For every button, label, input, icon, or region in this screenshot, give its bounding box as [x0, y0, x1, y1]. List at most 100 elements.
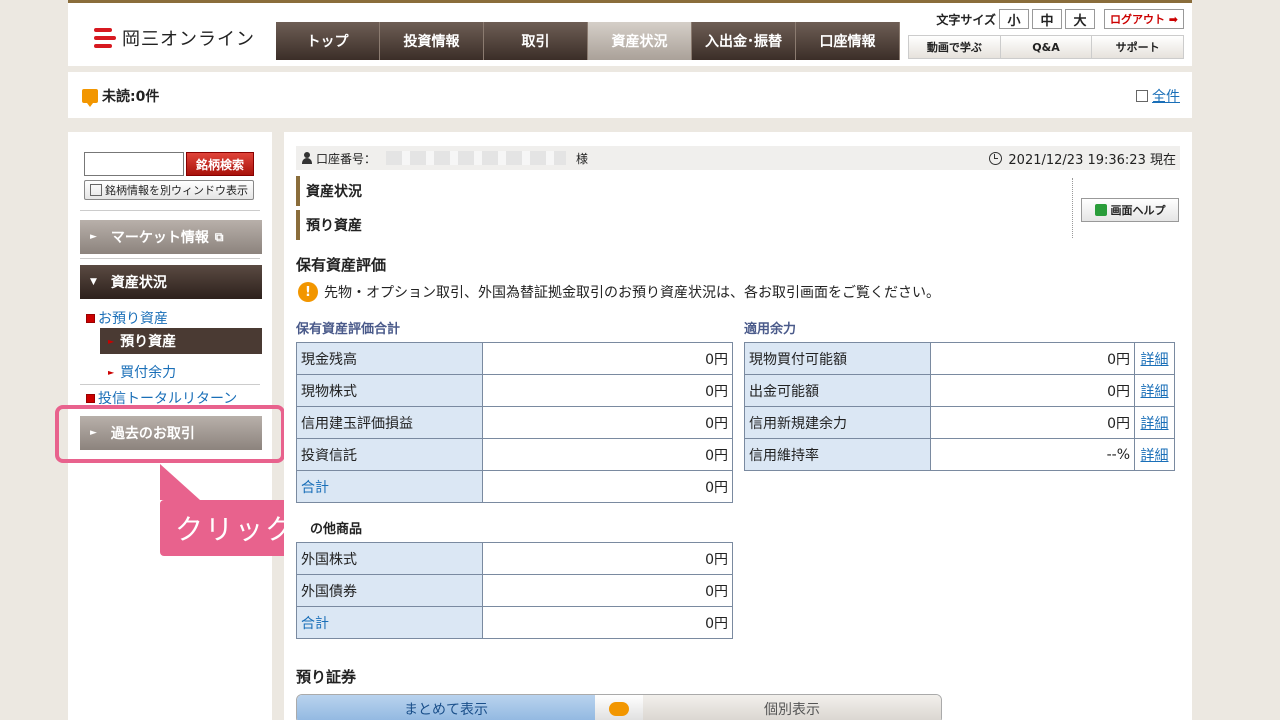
divider: [80, 210, 260, 211]
holdings-total-title: 保有資産評価合計: [296, 322, 401, 337]
logout-label: ログアウト: [1109, 13, 1165, 26]
row-value: 0円: [482, 374, 733, 407]
table-row: 現金残高 0円: [296, 342, 733, 375]
nav-trade[interactable]: 取引: [484, 22, 588, 60]
sidebar-subitem-deposit-assets[interactable]: ► 預り資産: [100, 328, 262, 354]
row-value: 0円: [482, 470, 733, 503]
unread-count: 未読:0件: [102, 89, 160, 105]
window-icon: [1136, 90, 1148, 102]
row-label: 出金可能額: [744, 374, 931, 407]
detail-link[interactable]: 詳細: [1134, 342, 1175, 375]
row-value: 0円: [930, 406, 1135, 439]
divider: [80, 384, 260, 385]
account-suffix: 様: [576, 151, 589, 166]
link-qa[interactable]: Q&A: [1001, 36, 1093, 58]
help-icon: [1094, 204, 1107, 216]
sidebar-subitem-label: 預り資産: [120, 334, 177, 350]
row-value: 0円: [482, 342, 733, 375]
row-label: 信用維持率: [744, 438, 931, 471]
masked-account-number: [386, 151, 567, 165]
page-title: 預り資産: [296, 210, 1066, 240]
font-size-medium-button[interactable]: 中: [1032, 9, 1062, 29]
sidebar-subitem-buying-power[interactable]: ► 買付余力: [108, 362, 176, 382]
all-messages-link[interactable]: 全件: [1136, 86, 1180, 106]
other-products-title: の他商品: [310, 522, 363, 537]
help-label: 画面ヘルプ: [1110, 204, 1166, 217]
help-area: 画面ヘルプ: [1072, 178, 1182, 238]
display-mode-tabs: まとめて表示 個別表示: [296, 694, 942, 720]
global-header: 岡三オンライン トップ 投資情報 取引 資産状況 入出金･振替 口座情報 文字サ…: [68, 0, 1192, 66]
link-support[interactable]: サポート: [1092, 36, 1183, 58]
account-label: 口座番号：: [316, 151, 377, 166]
tab-individual[interactable]: 個別表示: [643, 695, 941, 720]
logo[interactable]: 岡三オンライン: [94, 25, 255, 51]
table-row: 合計 0円: [296, 606, 733, 639]
row-label: 信用新規建余力: [744, 406, 931, 439]
sidebar-item-asset-status[interactable]: ▼ 資産状況: [80, 265, 262, 299]
stock-search-input[interactable]: [84, 152, 184, 176]
utility-area: 文字サイズ 小 中 大 ログアウト ➡ 動画で学ぶ Q&A サポート: [908, 9, 1184, 59]
nav-account-info[interactable]: 口座情報: [796, 22, 900, 60]
table-row: 投資信託 0円: [296, 438, 733, 471]
logo-mark-icon: [94, 27, 116, 49]
section-title-securities: 預り証券: [296, 668, 357, 686]
row-value: 0円: [482, 574, 733, 607]
table-row: 現物買付可能額 0円 詳細: [744, 342, 1175, 375]
row-label: 現物株式: [296, 374, 483, 407]
all-messages-label: 全件: [1152, 89, 1180, 105]
row-label: 外国株式: [296, 542, 483, 575]
logout-button[interactable]: ログアウト ➡: [1104, 9, 1184, 29]
arrow-down-icon: ▼: [90, 277, 97, 287]
nav-deposit-transfer[interactable]: 入出金･振替: [692, 22, 796, 60]
row-value: 0円: [930, 342, 1135, 375]
detail-link[interactable]: 詳細: [1134, 438, 1175, 471]
link-learn-video[interactable]: 動画で学ぶ: [909, 36, 1001, 58]
row-label: 合計: [296, 470, 483, 503]
unread-indicator[interactable]: 未読:0件: [82, 86, 160, 107]
warning-text: 先物・オプション取引、外国為替証拠金取引のお預り資産状況は、各お取引画面をご覧く…: [324, 285, 940, 301]
other-products-table: 外国株式 0円 外国債券 0円 合計 0円: [296, 542, 733, 639]
sidebar-item-market-info[interactable]: ► マーケット情報 ⧉: [80, 220, 262, 254]
row-value: 0円: [482, 542, 733, 575]
sidebar-link-label: お預り資産: [98, 311, 168, 327]
callout-highlight: [55, 405, 285, 463]
font-size-large-button[interactable]: 大: [1065, 9, 1095, 29]
arrow-right-icon: ➡: [1164, 12, 1179, 26]
row-label: 現物買付可能額: [744, 342, 931, 375]
table-row: 外国債券 0円: [296, 574, 733, 607]
table-row: 外国株式 0円: [296, 542, 733, 575]
toggle-switch[interactable]: [595, 695, 643, 720]
logo-text: 岡三オンライン: [122, 29, 255, 50]
row-label: 現金残高: [296, 342, 483, 375]
open-window-button[interactable]: 銘柄情報を別ウィンドウ表示: [84, 180, 254, 200]
open-window-label: 銘柄情報を別ウィンドウ表示: [105, 184, 248, 197]
row-label: 合計: [296, 606, 483, 639]
stock-search-button[interactable]: 銘柄検索: [186, 152, 254, 176]
account-bar: 口座番号： 様 2021/12/23 19:36:23 現在: [296, 146, 1180, 170]
row-label: 外国債券: [296, 574, 483, 607]
table-row: 信用建玉評価損益 0円: [296, 406, 733, 439]
nav-investment-info[interactable]: 投資情報: [380, 22, 484, 60]
table-row: 信用新規建余力 0円 詳細: [744, 406, 1175, 439]
detail-link[interactable]: 詳細: [1134, 406, 1175, 439]
sidebar-link-deposit-assets[interactable]: お預り資産: [86, 308, 168, 328]
sidebar-subitem-label: 買付余力: [120, 365, 177, 381]
tab-combined[interactable]: まとめて表示: [297, 695, 595, 720]
screen-help-button[interactable]: 画面ヘルプ: [1081, 198, 1179, 222]
window-icon: [90, 184, 102, 196]
table-row: 現物株式 0円: [296, 374, 733, 407]
toggle-knob-icon: [609, 702, 629, 716]
table-row: 信用維持率 --% 詳細: [744, 438, 1175, 471]
row-value: 0円: [482, 438, 733, 471]
nav-asset-status[interactable]: 資産状況: [588, 22, 692, 60]
table-row: 合計 0円: [296, 470, 733, 503]
detail-link[interactable]: 詳細: [1134, 374, 1175, 407]
nav-top[interactable]: トップ: [276, 22, 380, 60]
margin-title: 適用余力: [744, 322, 797, 337]
table-row: 出金可能額 0円 詳細: [744, 374, 1175, 407]
warning-icon: !: [298, 282, 318, 302]
global-nav: トップ 投資情報 取引 資産状況 入出金･振替 口座情報: [276, 22, 900, 60]
font-size-small-button[interactable]: 小: [999, 9, 1029, 29]
external-window-icon: ⧉: [214, 229, 224, 244]
warning-message: ! 先物・オプション取引、外国為替証拠金取引のお預り資産状況は、各お取引画面をご…: [298, 282, 940, 302]
